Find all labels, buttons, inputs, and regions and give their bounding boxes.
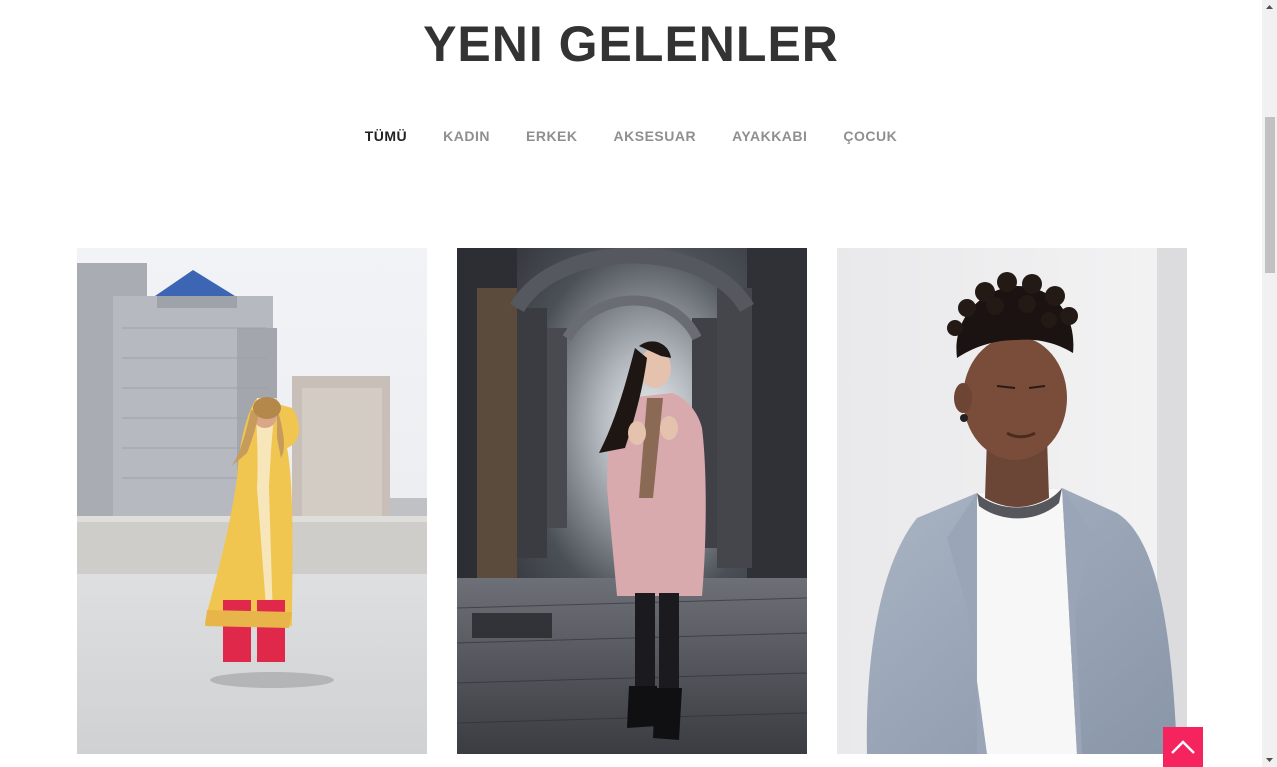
product-card[interactable] — [77, 248, 427, 754]
product-image-man-grey-blazer — [837, 248, 1187, 754]
back-to-top-button[interactable] — [1163, 727, 1203, 767]
filter-kids[interactable]: ÇOCUK — [825, 126, 915, 146]
chevron-up-icon — [1171, 740, 1195, 754]
filter-accessories[interactable]: AKSESUAR — [596, 126, 715, 146]
product-image-woman-pink-coat — [457, 248, 807, 754]
filter-men[interactable]: ERKEK — [508, 126, 596, 146]
category-filter-nav: TÜMÜ KADIN ERKEK AKSESUAR AYAKKABI ÇOCUK — [0, 126, 1262, 146]
vertical-scrollbar[interactable] — [1262, 0, 1277, 767]
filter-all[interactable]: TÜMÜ — [347, 126, 425, 146]
section-title: YENI GELENLER — [423, 16, 839, 72]
new-arrivals-section: YENI GELENLER TÜMÜ KADIN ERKEK AKSESUAR … — [0, 0, 1262, 767]
filter-shoes[interactable]: AYAKKABI — [714, 126, 825, 146]
scroll-down-arrow-icon[interactable] — [1262, 752, 1277, 767]
filter-women[interactable]: KADIN — [425, 126, 508, 146]
scrollbar-thumb[interactable] — [1265, 117, 1275, 273]
scroll-up-arrow-icon[interactable] — [1262, 0, 1277, 15]
product-card[interactable] — [837, 248, 1187, 754]
product-image-woman-yellow-dress — [77, 248, 427, 754]
product-card[interactable] — [457, 248, 807, 754]
